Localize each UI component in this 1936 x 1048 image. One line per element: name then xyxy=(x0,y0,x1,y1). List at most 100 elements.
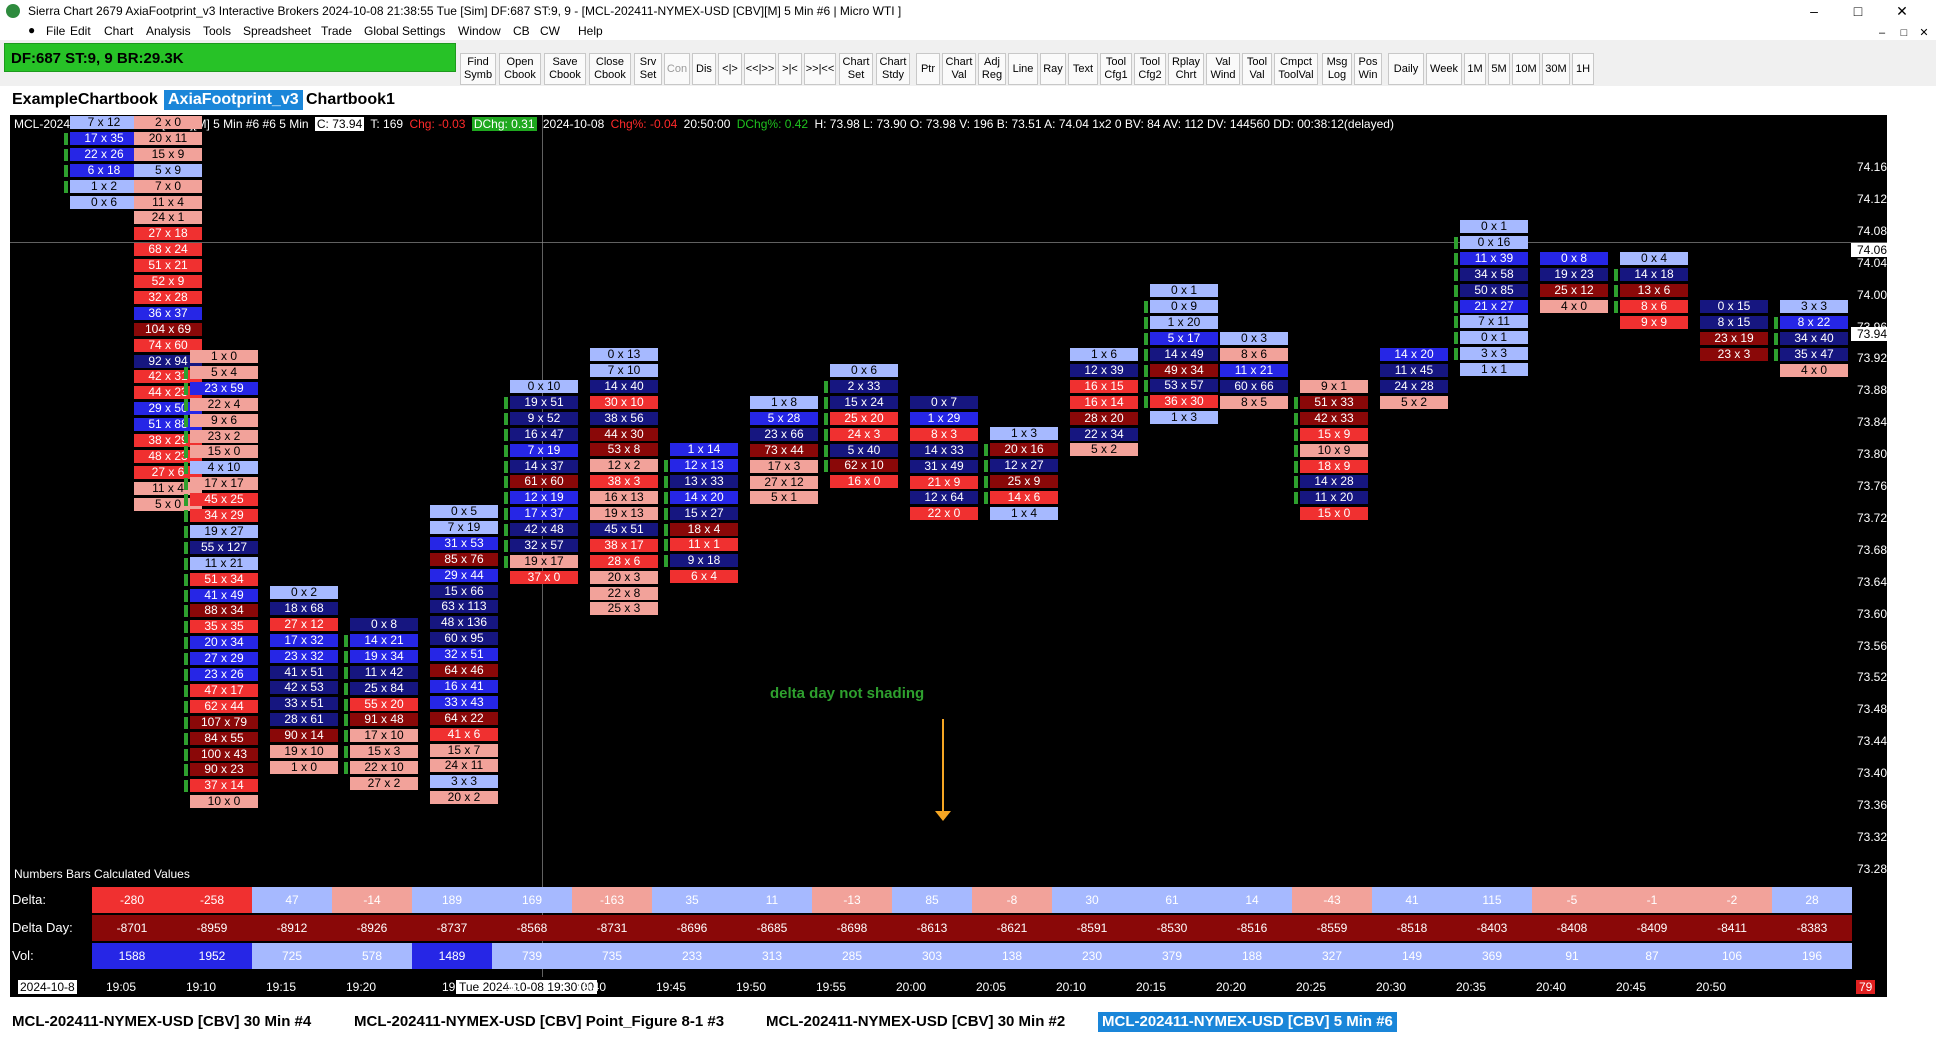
toolbar-button--[interactable]: >|< xyxy=(778,53,802,85)
toolbar-button-val-wind[interactable]: Val Wind xyxy=(1206,53,1240,85)
toolbar-button-chart-stdy[interactable]: Chart Stdy xyxy=(876,53,910,85)
deltaday-cell: -8408 xyxy=(1532,915,1612,941)
volume-marker xyxy=(1614,284,1618,297)
footprint-cell: 34 x 40 xyxy=(1780,331,1848,345)
footprint-cell: 0 x 9 xyxy=(1150,299,1218,313)
toolbar-button-tool-val[interactable]: Tool Val xyxy=(1242,53,1272,85)
toolbar-button-con[interactable]: Con xyxy=(664,53,690,85)
annotation-text[interactable]: delta day not shading xyxy=(770,685,924,702)
footprint-cell: 19 x 51 xyxy=(510,395,578,409)
price-label: 73.36 xyxy=(1856,798,1887,812)
toolbar-button-open-cbook[interactable]: Open Cbook xyxy=(499,53,541,85)
chart-tab-0[interactable]: MCL-202411-NYMEX-USD [CBV] 30 Min #4 xyxy=(8,1012,315,1032)
chart-area[interactable]: MCL-202411-NYMEX-USD [CBV][M] 5 Min #6 #… xyxy=(10,115,1887,977)
toolbar-button-find-symb[interactable]: Find Symb xyxy=(460,53,496,85)
toolbar-button-daily[interactable]: Daily xyxy=(1388,53,1424,85)
menu-spreadsheet[interactable]: Spreadsheet xyxy=(243,24,311,38)
time-axis-label: 20:05 xyxy=(976,980,1007,994)
toolbar-button-dis[interactable]: Dis xyxy=(692,53,716,85)
chartbook-tab-0[interactable]: ExampleChartbook xyxy=(8,90,162,110)
annotation-arrow[interactable] xyxy=(942,719,944,815)
toolbar-button-30m[interactable]: 30M xyxy=(1542,53,1570,85)
price-highlight: 74.06 xyxy=(1851,243,1887,257)
close-button[interactable]: ✕ xyxy=(1880,2,1924,20)
toolbar-button-srv-set[interactable]: Srv Set xyxy=(634,53,662,85)
toolbar-button-chart-val[interactable]: Chart Val xyxy=(942,53,976,85)
delta-cell: -5 xyxy=(1532,887,1612,913)
maximize-button[interactable]: □ xyxy=(1836,2,1880,20)
menu-trade[interactable]: Trade xyxy=(321,24,352,38)
toolbar-button-tool-cfg1[interactable]: Tool Cfg1 xyxy=(1100,53,1132,85)
menu-cw[interactable]: CW xyxy=(540,24,560,38)
toolbar-button-text[interactable]: Text xyxy=(1068,53,1098,85)
chartbook-tab-2[interactable]: Chartbook1 xyxy=(302,90,399,110)
chart-tab-2[interactable]: MCL-202411-NYMEX-USD [CBV] 30 Min #2 xyxy=(762,1012,1069,1032)
volume-marker xyxy=(344,650,348,663)
toolbar-button--[interactable]: <<|>> xyxy=(744,53,776,85)
footprint-cell: 24 x 11 xyxy=(430,759,498,773)
footprint-cell: 12 x 13 xyxy=(670,458,738,472)
toolbar-button-chart-set[interactable]: Chart Set xyxy=(839,53,873,85)
menu-file[interactable]: File xyxy=(46,24,65,38)
toolbar-button-pos-win[interactable]: Pos Win xyxy=(1354,53,1382,85)
footprint-cell: 14 x 6 xyxy=(990,490,1058,504)
footprint-cell: 35 x 47 xyxy=(1780,347,1848,361)
toolbar-button-msg-log[interactable]: Msg Log xyxy=(1322,53,1352,85)
menu-app-icon[interactable]: ● xyxy=(28,23,35,37)
toolbar-button--[interactable]: <|> xyxy=(718,53,742,85)
volume-marker xyxy=(184,366,188,379)
toolbar-button-rplay-chrt[interactable]: Rplay Chrt xyxy=(1168,53,1204,85)
chart-tab-3[interactable]: MCL-202411-NYMEX-USD [CBV] 5 Min #6 xyxy=(1098,1012,1397,1032)
time-axis[interactable]: 2024-10-8 Tue 2024-10-08 19:30:00 79 19:… xyxy=(10,977,1887,997)
toolbar-button-10m[interactable]: 10M xyxy=(1512,53,1540,85)
toolbar-button-ptr[interactable]: Ptr xyxy=(916,53,940,85)
time-axis-label: 19:55 xyxy=(816,980,847,994)
vol-cell: 1489 xyxy=(412,943,492,969)
footprint-cell: 8 x 15 xyxy=(1700,315,1768,329)
menu-global-settings[interactable]: Global Settings xyxy=(364,24,445,38)
toolbar-button-line[interactable]: Line xyxy=(1008,53,1038,85)
footprint-cell: 1 x 6 xyxy=(1070,348,1138,361)
toolbar-button-ray[interactable]: Ray xyxy=(1040,53,1066,85)
title-bar: Sierra Chart 2679 AxiaFootprint_v3 Inter… xyxy=(0,0,1936,22)
delta-cell: -163 xyxy=(572,887,652,913)
toolbar-button-week[interactable]: Week xyxy=(1426,53,1462,85)
footprint-cell: 49 x 34 xyxy=(1150,363,1218,377)
menu-chart[interactable]: Chart xyxy=(104,24,133,38)
vol-cell: 138 xyxy=(972,943,1052,969)
toolbar-button-save-cbook[interactable]: Save Cbook xyxy=(544,53,586,85)
footprint-cell: 32 x 51 xyxy=(430,648,498,662)
volume-marker xyxy=(824,460,828,473)
menu-edit[interactable]: Edit xyxy=(70,24,91,38)
footprint-cell: 24 x 1 xyxy=(134,211,202,225)
calc-subtitle: Numbers Bars Calculated Values xyxy=(14,867,190,881)
footprint-cell: 27 x 18 xyxy=(134,227,202,241)
vol-cell: 739 xyxy=(492,943,572,969)
menu-tools[interactable]: Tools xyxy=(203,24,231,38)
time-axis-label: 35 xyxy=(506,980,520,994)
volume-marker xyxy=(664,507,668,520)
toolbar-button-cmpct-toolval[interactable]: Cmpct ToolVal xyxy=(1274,53,1318,85)
toolbar-button-adj-reg[interactable]: Adj Reg xyxy=(978,53,1006,85)
toolbar-button-1m[interactable]: 1M xyxy=(1464,53,1486,85)
menu-window[interactable]: Window xyxy=(458,24,501,38)
volume-marker xyxy=(1774,332,1778,345)
footprint-cell: 0 x 5 xyxy=(430,505,498,518)
toolbar-button-close-cbook[interactable]: Close Cbook xyxy=(589,53,631,85)
menu-help[interactable]: Help xyxy=(578,24,603,38)
footprint-cell: 23 x 32 xyxy=(270,649,338,663)
menu-cb[interactable]: CB xyxy=(513,24,530,38)
footprint-cell: 12 x 39 xyxy=(1070,363,1138,377)
volume-marker xyxy=(824,428,828,441)
volume-marker xyxy=(1454,252,1458,265)
footprint-cell: 0 x 15 xyxy=(1700,300,1768,313)
chart-tab-1[interactable]: MCL-202411-NYMEX-USD [CBV] Point_Figure … xyxy=(350,1012,728,1032)
footprint-cell: 0 x 10 xyxy=(510,380,578,393)
toolbar-button-1h[interactable]: 1H xyxy=(1572,53,1594,85)
toolbar-button-tool-cfg2[interactable]: Tool Cfg2 xyxy=(1134,53,1166,85)
menu-analysis[interactable]: Analysis xyxy=(146,24,191,38)
toolbar-button-5m[interactable]: 5M xyxy=(1488,53,1510,85)
chartbook-tab-1[interactable]: AxiaFootprint_v3 xyxy=(164,90,303,110)
minimize-button[interactable]: – xyxy=(1792,2,1836,20)
toolbar-button--[interactable]: >>|<< xyxy=(804,53,836,85)
